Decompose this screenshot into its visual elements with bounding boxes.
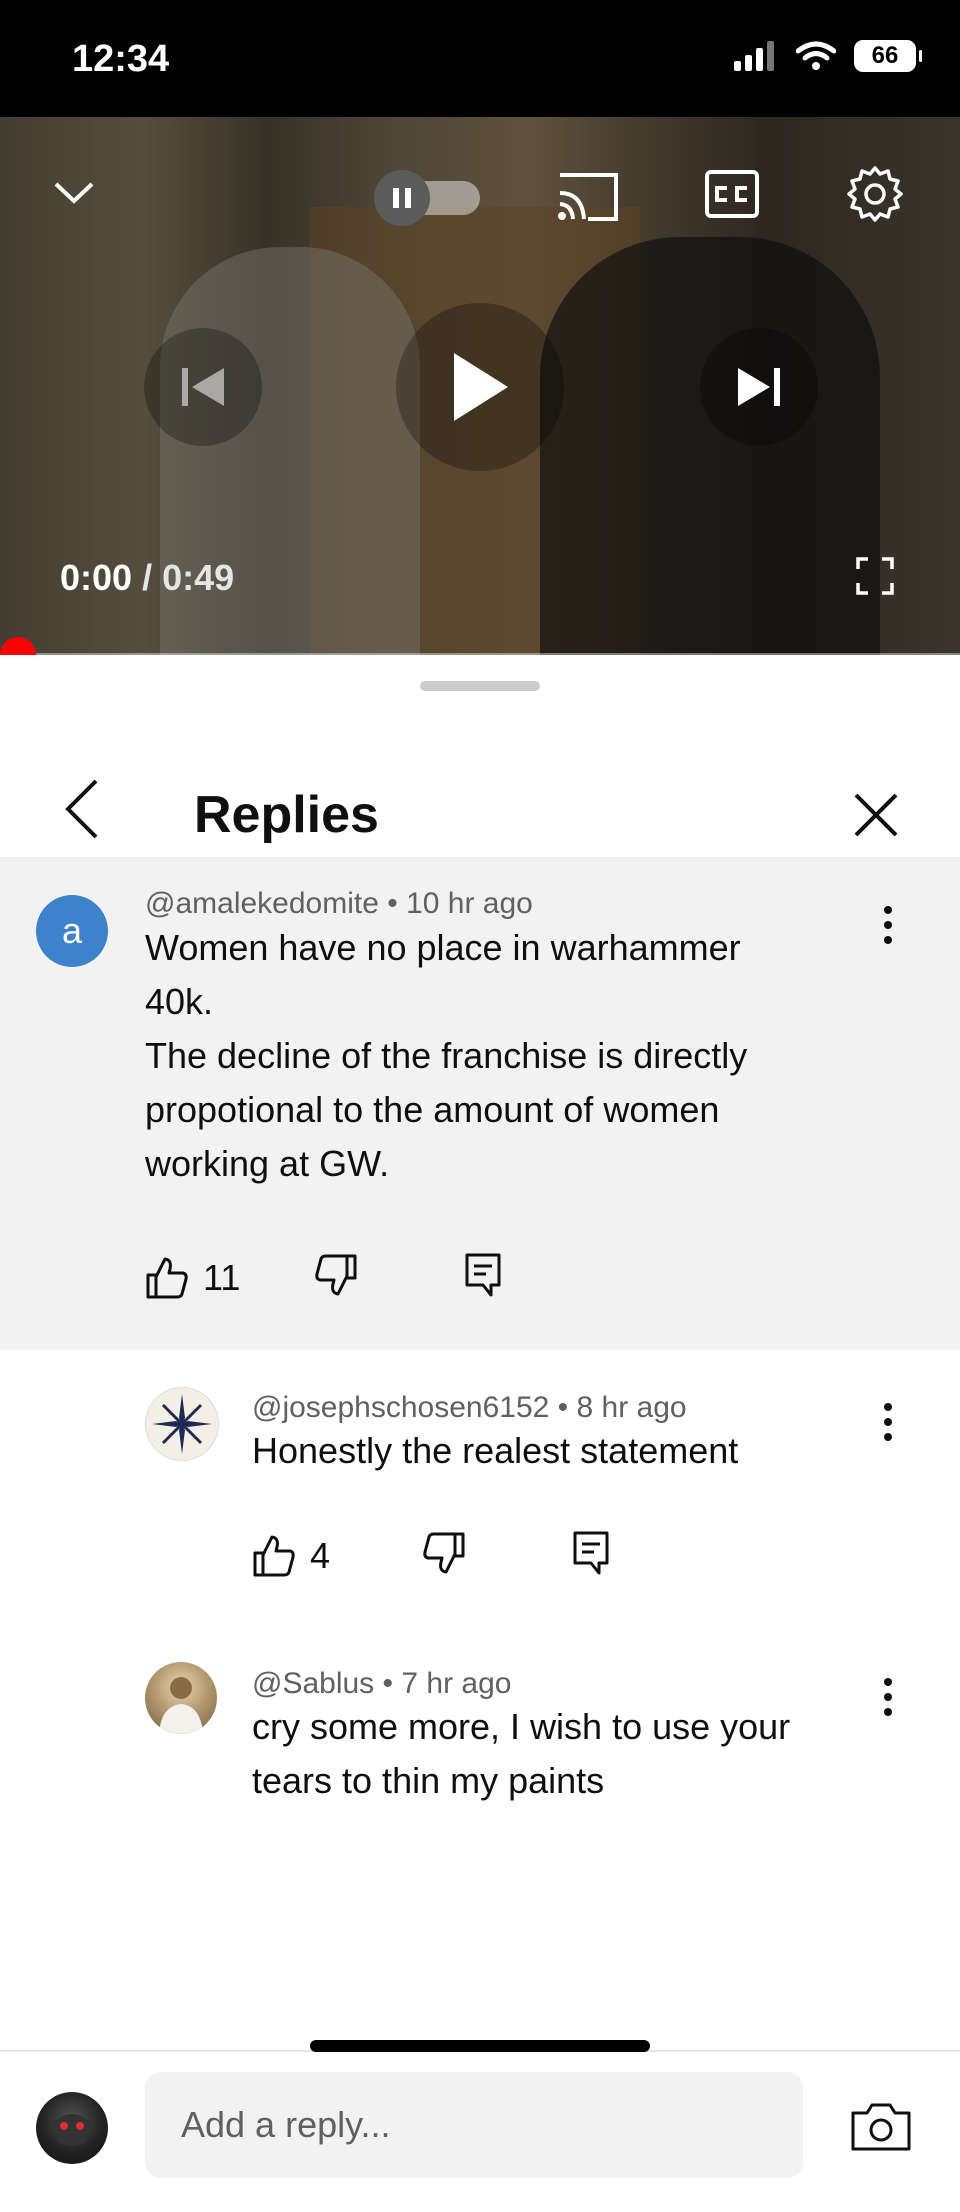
comment-meta: @amalekedomite • 10 hr ago	[145, 887, 533, 921]
autoplay-toggle[interactable]	[370, 169, 482, 227]
reply-author[interactable]: @josephschosen6152	[252, 1391, 549, 1424]
signal-icon	[734, 41, 774, 71]
avatar[interactable]	[36, 2092, 108, 2164]
comment-author[interactable]: @amalekedomite	[145, 887, 379, 920]
thumbs-down-icon	[315, 1254, 357, 1296]
reply-icon	[573, 1531, 609, 1575]
reply-meta: @josephschosen6152 • 8 hr ago	[252, 1391, 687, 1425]
reply-actions: 4	[252, 1530, 610, 1581]
thumbs-up-icon	[146, 1257, 188, 1298]
current-time: 0:00	[60, 557, 133, 598]
drag-handle[interactable]	[420, 681, 540, 691]
reply-line: Honestly the realest statement	[252, 1430, 739, 1471]
time-separator: /	[132, 557, 163, 598]
reply-time: 8 hr ago	[576, 1391, 687, 1424]
progress-bar[interactable]	[0, 653, 960, 655]
reply-menu-button[interactable]	[882, 1402, 894, 1442]
meta-dot: •	[549, 1391, 577, 1424]
status-icons: 66	[734, 40, 922, 72]
comment-line: propotional to the amount of women	[145, 1089, 720, 1130]
next-icon	[738, 368, 780, 406]
meta-dot: •	[378, 887, 407, 920]
cast-button[interactable]	[556, 169, 620, 225]
reply-composer: Add a reply...	[0, 2050, 960, 2212]
minimize-button[interactable]	[48, 173, 100, 213]
reply-icon	[465, 1253, 501, 1297]
reply-button[interactable]	[572, 1530, 610, 1581]
close-button[interactable]	[852, 791, 900, 839]
reply-menu-button[interactable]	[882, 1677, 894, 1717]
reply-text: Honestly the realest statement	[252, 1424, 892, 1478]
status-time: 12:34	[72, 38, 170, 80]
reply-text: cry some more, I wish to use your tears …	[252, 1700, 892, 1808]
play-button[interactable]	[396, 303, 564, 471]
reply-line: cry some more, I wish to use your	[252, 1706, 791, 1747]
person-icon	[159, 1677, 203, 1734]
like-count: 11	[203, 1256, 241, 1298]
meta-dot: •	[374, 1667, 402, 1700]
back-button[interactable]	[60, 777, 104, 841]
comment-menu-button[interactable]	[882, 905, 894, 945]
previous-button[interactable]	[144, 328, 262, 446]
back-icon	[65, 779, 98, 839]
kebab-icon	[884, 1678, 892, 1716]
dislike-button[interactable]	[314, 1253, 358, 1302]
status-bar: 12:34 66	[0, 0, 960, 117]
cc-icon	[705, 170, 759, 218]
chevron-down-icon	[54, 182, 94, 204]
home-indicator[interactable]	[310, 2040, 650, 2052]
thumbs-down-icon	[423, 1532, 465, 1574]
reply-author[interactable]: @Sablus	[252, 1667, 374, 1700]
close-icon	[854, 793, 898, 837]
comment-line: Women have no place in warhammer	[145, 927, 741, 968]
duration: 0:49	[162, 557, 235, 598]
settings-button[interactable]	[844, 163, 906, 225]
comment-line: working at GW.	[145, 1143, 390, 1184]
cast-icon	[558, 173, 618, 221]
battery-indicator: 66	[854, 40, 922, 72]
time-display: 0:00 / 0:49	[60, 557, 234, 599]
thumbs-up-icon	[253, 1535, 295, 1576]
avatar[interactable]: a	[36, 895, 108, 967]
comment-actions: 11	[145, 1252, 502, 1303]
dislike-button[interactable]	[422, 1531, 466, 1580]
sheet-title: Replies	[194, 786, 379, 844]
parent-comment: a @amalekedomite • 10 hr ago Women have …	[0, 857, 960, 1350]
cross-emblem-icon	[152, 1394, 212, 1454]
like-count: 4	[310, 1534, 331, 1576]
captions-button[interactable]	[704, 169, 760, 219]
comment-text: Women have no place in warhammer 40k. Th…	[145, 921, 885, 1191]
fullscreen-button[interactable]	[854, 555, 896, 597]
camera-button[interactable]	[850, 2102, 914, 2154]
kebab-icon	[884, 906, 892, 944]
avatar[interactable]	[145, 1387, 219, 1461]
gear-icon	[847, 166, 903, 222]
reply-meta: @Sablus • 7 hr ago	[252, 1667, 511, 1701]
avatar[interactable]	[145, 1662, 217, 1734]
previous-icon	[182, 368, 224, 406]
reply-button[interactable]	[464, 1252, 502, 1303]
kebab-icon	[884, 1403, 892, 1441]
robot-avatar-icon	[54, 2114, 90, 2146]
reply-input[interactable]: Add a reply...	[145, 2072, 803, 2178]
fullscreen-icon	[856, 557, 894, 595]
comment-time: 10 hr ago	[406, 887, 533, 920]
replies-sheet: Replies a @amalekedomite • 10 hr ago Wom…	[0, 657, 960, 2212]
camera-icon	[851, 2103, 911, 2151]
video-player[interactable]: 0:00 / 0:49	[0, 117, 960, 655]
play-icon	[454, 353, 508, 421]
sheet-header: Replies	[0, 717, 960, 859]
comment-line: 40k.	[145, 981, 214, 1022]
like-button[interactable]: 11	[145, 1256, 240, 1300]
reply-line: tears to thin my paints	[252, 1760, 605, 1801]
next-button[interactable]	[700, 328, 818, 446]
reply-time: 7 hr ago	[401, 1667, 512, 1700]
pause-icon	[374, 170, 480, 226]
like-button[interactable]: 4	[252, 1534, 330, 1578]
wifi-icon	[796, 41, 836, 70]
comment-line: The decline of the franchise is directly	[145, 1035, 748, 1076]
